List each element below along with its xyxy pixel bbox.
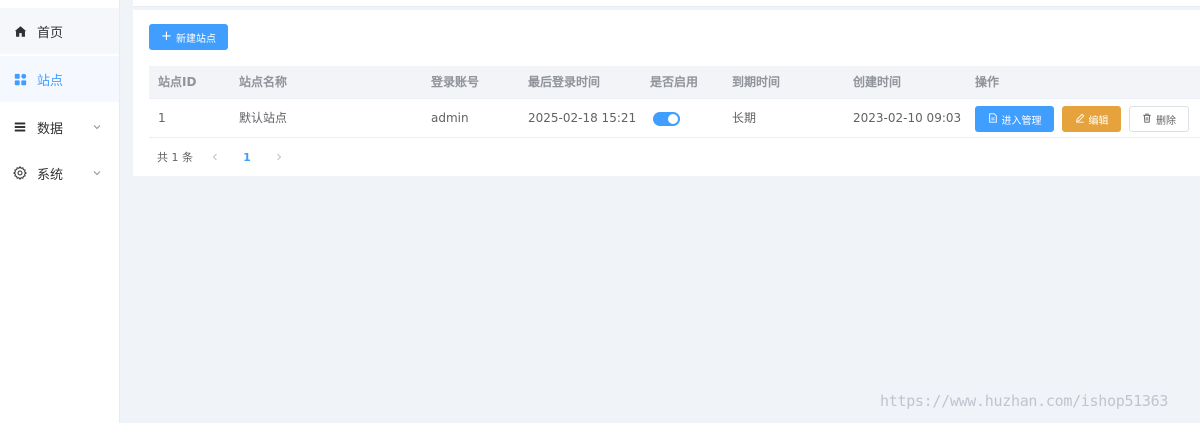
sidebar-item-label: 首页 — [37, 25, 64, 41]
chevron-right-icon — [277, 153, 282, 161]
cell-account: admin — [431, 111, 469, 125]
column-header: 登录账号 — [431, 75, 480, 89]
table-header: 站点ID 站点名称 登录账号 最后登录时间 是否启用 到期时间 创建时间 操作 — [149, 66, 1200, 99]
manage-button[interactable]: 进入管理 — [975, 106, 1054, 132]
pencil-icon — [1075, 113, 1085, 126]
sidebar-item-data[interactable]: 数据 — [0, 104, 119, 150]
column-header: 最后登录时间 — [528, 75, 601, 89]
new-site-label: 新建站点 — [175, 33, 216, 45]
switch-knob — [668, 114, 678, 124]
cell-last-login: 2025-02-18 15:21 — [528, 111, 637, 125]
enabled-switch[interactable] — [653, 112, 680, 126]
sidebar-item-home[interactable]: 首页 — [0, 8, 119, 54]
cell-expire: 长期 — [732, 111, 757, 125]
delete-button[interactable]: 删除 — [1129, 106, 1189, 132]
delete-label: 删除 — [1156, 115, 1176, 127]
prev-page-button[interactable] — [205, 147, 225, 167]
sidebar: 首页 站点 数据 系统 — [0, 0, 120, 423]
table-row: 1 默认站点 admin 2025-02-18 15:21 长期 2023-02… — [149, 99, 1200, 138]
manage-label: 进入管理 — [1001, 115, 1042, 127]
edit-label: 编辑 — [1088, 115, 1109, 127]
sidebar-item-label: 数据 — [37, 121, 64, 137]
next-page-button[interactable] — [269, 147, 289, 167]
document-icon — [988, 112, 998, 126]
chevron-down-icon — [91, 167, 103, 179]
pagination: 共 1 条 1 — [149, 146, 289, 168]
column-header: 是否启用 — [650, 75, 699, 89]
top-strip — [133, 0, 1200, 7]
sidebar-item-system[interactable]: 系统 — [0, 150, 119, 196]
sidebar-item-label: 站点 — [37, 73, 64, 89]
plus-icon: + — [161, 29, 172, 44]
cell-site-name: 默认站点 — [239, 111, 288, 125]
pagination-total: 共 1 条 — [157, 151, 193, 164]
new-site-button[interactable]: + 新建站点 — [149, 24, 228, 50]
cell-site-id: 1 — [158, 111, 166, 125]
gear-icon — [13, 166, 27, 180]
chevron-down-icon — [91, 121, 103, 133]
watermark: https://www.huzhan.com/ishop51363 — [880, 392, 1169, 410]
column-header: 操作 — [975, 75, 1000, 89]
chevron-left-icon — [212, 153, 217, 161]
page-number[interactable]: 1 — [237, 151, 257, 164]
column-header: 创建时间 — [853, 75, 902, 89]
column-header: 站点名称 — [239, 75, 288, 89]
column-header: 站点ID — [158, 75, 197, 89]
grid-icon — [13, 72, 27, 86]
site-list-card: + 新建站点 站点ID 站点名称 登录账号 最后登录时间 是否启用 到期时间 创… — [133, 10, 1200, 176]
trash-icon — [1142, 113, 1152, 126]
sidebar-item-label: 系统 — [37, 167, 64, 183]
cell-created: 2023-02-10 09:03 — [853, 111, 962, 125]
column-header: 到期时间 — [732, 75, 781, 89]
list-icon — [13, 120, 27, 134]
home-icon — [13, 24, 27, 38]
edit-button[interactable]: 编辑 — [1062, 106, 1121, 132]
sidebar-item-sites[interactable]: 站点 — [0, 56, 119, 102]
